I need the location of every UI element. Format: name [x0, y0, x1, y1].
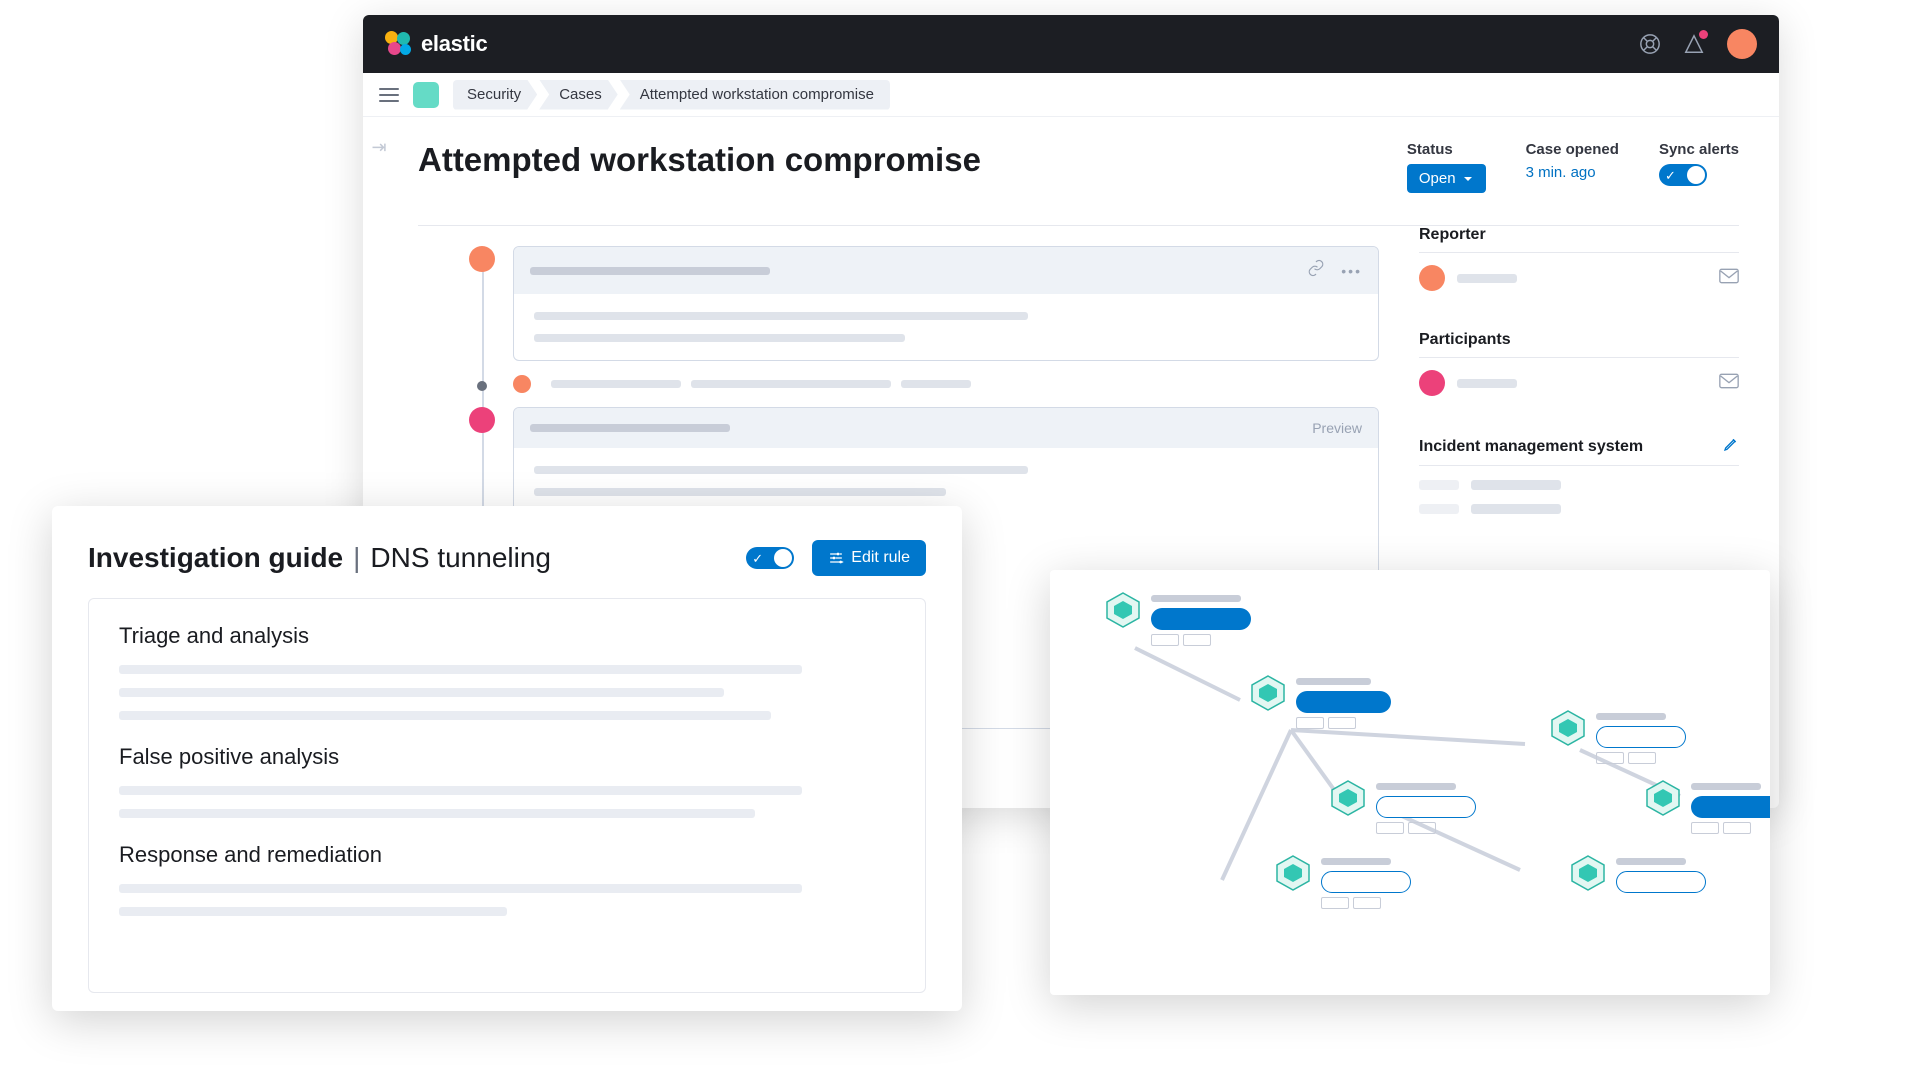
activity-minor-dot	[477, 381, 487, 391]
help-icon[interactable]	[1639, 33, 1661, 55]
edit-rule-button[interactable]: Edit rule	[812, 540, 926, 576]
participant-avatar	[1419, 370, 1445, 396]
breadcrumb-security[interactable]: Security	[453, 80, 537, 110]
elastic-logo-mark	[385, 31, 411, 57]
ig-section-triage: Triage and analysis	[119, 623, 895, 649]
opened-label: Case opened	[1526, 141, 1619, 158]
reporter-avatar	[1419, 265, 1445, 291]
mail-icon[interactable]	[1719, 268, 1739, 289]
mail-icon[interactable]	[1719, 373, 1739, 394]
participants-title: Participants	[1419, 331, 1739, 358]
edit-icon[interactable]	[1723, 436, 1739, 457]
process-node[interactable]	[1275, 855, 1311, 891]
placeholder-text	[530, 267, 770, 275]
process-node[interactable]	[1330, 780, 1366, 816]
participant-row	[1419, 358, 1739, 408]
activity-minor-entry	[513, 375, 1379, 393]
ims-title: Incident management system	[1419, 436, 1739, 466]
sync-alerts-label: Sync alerts	[1659, 141, 1739, 158]
ig-title: Investigation guide | DNS tunneling	[88, 542, 551, 574]
ig-toggle[interactable]: ✓	[746, 547, 794, 569]
process-node[interactable]	[1550, 710, 1586, 746]
ig-section-response: Response and remediation	[119, 842, 895, 868]
opened-value: 3 min. ago	[1526, 164, 1619, 181]
page-title: Attempted workstation compromise	[418, 141, 981, 179]
breadcrumb-cases[interactable]: Cases	[539, 80, 618, 110]
nav-toggle-icon[interactable]	[379, 88, 399, 102]
space-selector[interactable]	[413, 82, 439, 108]
sliders-icon	[828, 550, 844, 566]
elastic-logo[interactable]: elastic	[385, 31, 487, 57]
reporter-row	[1419, 253, 1739, 303]
activity-card: •••	[513, 246, 1379, 361]
hex-icon	[1250, 675, 1286, 711]
breadcrumb-bar: Security Cases Attempted workstation com…	[363, 73, 1779, 117]
newsfeed-icon[interactable]	[1683, 33, 1705, 55]
activity-avatar	[469, 407, 495, 433]
ig-body: Triage and analysis False positive analy…	[88, 598, 926, 993]
chevron-down-icon	[1462, 173, 1474, 185]
process-node[interactable]	[1645, 780, 1681, 816]
status-label: Status	[1407, 141, 1486, 158]
process-node[interactable]	[1250, 675, 1286, 711]
notification-dot	[1699, 30, 1708, 39]
sync-alerts-toggle[interactable]: ✓	[1659, 164, 1707, 186]
user-avatar[interactable]	[1727, 29, 1757, 59]
activity-avatar-small	[513, 375, 531, 393]
link-icon[interactable]	[1307, 259, 1325, 282]
preview-link[interactable]: Preview	[1306, 420, 1362, 436]
status-dropdown[interactable]: Open	[1407, 164, 1486, 193]
process-node[interactable]	[1570, 855, 1606, 891]
elastic-wordmark: elastic	[421, 31, 487, 57]
breadcrumb: Security Cases Attempted workstation com…	[453, 80, 892, 110]
hex-icon	[1275, 855, 1311, 891]
hex-icon	[1645, 780, 1681, 816]
investigation-guide-panel: Investigation guide | DNS tunneling ✓ Ed…	[52, 506, 962, 1011]
more-icon[interactable]: •••	[1341, 263, 1362, 279]
status-value: Open	[1419, 170, 1456, 187]
sidebar-expand-icon[interactable]: ⇥	[363, 117, 395, 177]
reporter-title: Reporter	[1419, 226, 1739, 253]
placeholder-text	[530, 424, 730, 432]
hex-icon	[1550, 710, 1586, 746]
activity-avatar	[469, 246, 495, 272]
hex-icon	[1105, 592, 1141, 628]
breadcrumb-current: Attempted workstation compromise	[620, 80, 890, 110]
process-tree-panel	[1050, 570, 1770, 995]
hex-icon	[1330, 780, 1366, 816]
process-node[interactable]	[1105, 592, 1141, 628]
ig-section-falsepos: False positive analysis	[119, 744, 895, 770]
global-header: elastic	[363, 15, 1779, 73]
hex-icon	[1570, 855, 1606, 891]
